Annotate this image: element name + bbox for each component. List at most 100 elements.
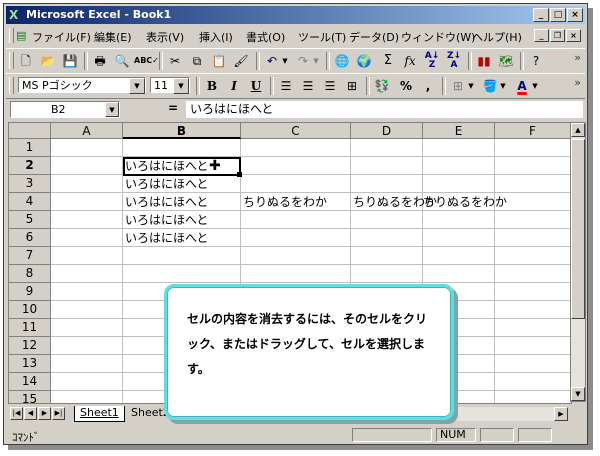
menu-file[interactable]: ファイル(F) (32, 29, 91, 45)
align-left-icon[interactable]: ☰ (276, 77, 296, 95)
cell-b3[interactable]: いろはにほへと (123, 176, 208, 193)
paste-icon[interactable]: 📋 (209, 52, 229, 70)
cell-c4[interactable]: ちりぬるをわか (241, 194, 327, 211)
first-sheet-icon[interactable]: |◀ (10, 407, 23, 420)
column-header-b[interactable]: B (123, 123, 241, 139)
toolbar-grip[interactable] (9, 77, 14, 94)
format-painter-icon[interactable]: 🖌 (231, 52, 251, 70)
menu-insert[interactable]: 挿入(I) (199, 29, 233, 45)
toolbar-more-chevron-icon[interactable]: » (574, 51, 581, 64)
redo-dropdown-icon[interactable]: ▼ (311, 52, 321, 70)
copy-icon[interactable]: ⧉ (187, 52, 207, 70)
toolbar-more-chevron-icon[interactable]: » (574, 76, 581, 89)
sheet-tab-sheet1[interactable]: Sheet1 (74, 406, 125, 422)
row-header-4[interactable]: 4 (9, 193, 51, 211)
row-header-10[interactable]: 10 (9, 301, 51, 319)
row-header-12[interactable]: 12 (9, 337, 51, 355)
bold-icon[interactable]: B (202, 77, 222, 95)
workbook-icon[interactable]: ▤ (16, 29, 28, 43)
new-icon[interactable]: 🗋 (16, 52, 36, 70)
menu-data[interactable]: データ(D) (349, 29, 399, 45)
excel-app-icon[interactable]: X (9, 8, 23, 22)
scroll-up-icon[interactable]: ▲ (571, 123, 585, 137)
map-icon[interactable]: 🗺 (496, 52, 516, 70)
chevron-down-icon[interactable]: ▼ (173, 78, 189, 94)
column-header-a[interactable]: A (51, 123, 123, 139)
doc-close-button[interactable]: × (566, 29, 581, 42)
formula-equals-button[interactable]: = (168, 101, 178, 115)
menu-format[interactable]: 書式(O) (246, 29, 285, 45)
maximize-button[interactable]: □ (550, 8, 566, 22)
percent-icon[interactable]: % (396, 77, 416, 95)
underline-icon[interactable]: U (246, 77, 266, 95)
font-size-select[interactable]: 11 ▼ (150, 77, 190, 94)
open-icon[interactable]: 📂 (38, 52, 58, 70)
select-all-button[interactable] (9, 123, 51, 139)
fill-color-icon[interactable]: 🪣 (480, 77, 500, 95)
row-header-7[interactable]: 7 (9, 247, 51, 265)
row-header-11[interactable]: 11 (9, 319, 51, 337)
formula-input[interactable]: いろはにほへと (186, 101, 583, 118)
close-button[interactable]: × (567, 8, 583, 22)
undo-icon[interactable]: ↶ (262, 52, 282, 70)
column-header-c[interactable]: C (241, 123, 351, 139)
row-header-1[interactable]: 1 (9, 139, 51, 157)
menu-help[interactable]: ヘルプ(H) (472, 29, 522, 45)
last-sheet-icon[interactable]: ▶| (52, 407, 65, 420)
print-preview-icon[interactable]: 🔍 (112, 52, 132, 70)
align-right-icon[interactable]: ☰ (320, 77, 340, 95)
cut-icon[interactable]: ✂ (165, 52, 185, 70)
cell-b4[interactable]: いろはにほへと (123, 194, 208, 211)
borders-icon[interactable]: ⊞ (448, 77, 468, 95)
spellcheck-icon[interactable]: ABC✓ (134, 52, 159, 70)
font-name-select[interactable]: MS Pゴシック ▼ (18, 77, 146, 94)
toolbar-grip[interactable] (9, 52, 14, 69)
row-header-2[interactable]: 2 (9, 157, 51, 175)
cell-e4[interactable]: ちりぬるをわか (421, 194, 507, 211)
row-header-13[interactable]: 13 (9, 355, 51, 373)
row-header-15[interactable]: 15 (9, 391, 51, 403)
title-bar[interactable]: X Microsoft Excel - Book1 _ □ × (6, 6, 585, 24)
borders-dropdown-icon[interactable]: ▼ (466, 77, 476, 95)
row-header-3[interactable]: 3 (9, 175, 51, 193)
merge-center-icon[interactable]: ⊞ (342, 77, 362, 95)
save-icon[interactable]: 💾 (60, 52, 80, 70)
hyperlink-icon[interactable]: 🌐 (332, 52, 352, 70)
autosum-icon[interactable]: Σ (378, 52, 398, 70)
undo-dropdown-icon[interactable]: ▼ (280, 52, 290, 70)
row-header-5[interactable]: 5 (9, 211, 51, 229)
vertical-scroll-thumb[interactable] (571, 139, 585, 319)
chevron-down-icon[interactable]: ▼ (105, 102, 119, 117)
minimize-button[interactable]: _ (533, 8, 549, 22)
column-header-e[interactable]: E (423, 123, 495, 139)
menubar-grip[interactable] (9, 28, 14, 43)
scroll-down-icon[interactable]: ▼ (571, 387, 585, 401)
italic-icon[interactable]: I (224, 77, 244, 95)
sort-desc-icon[interactable]: Z↓ A (444, 52, 464, 70)
print-icon[interactable]: 🖶 (90, 52, 110, 70)
menu-tools[interactable]: ツール(T) (298, 29, 346, 45)
web-icon[interactable]: 🌍 (354, 52, 374, 70)
cell-b5[interactable]: いろはにほへと (123, 212, 208, 229)
font-color-dropdown-icon[interactable]: ▼ (530, 77, 540, 95)
column-header-f[interactable]: F (495, 123, 571, 139)
fill-color-dropdown-icon[interactable]: ▼ (498, 77, 508, 95)
function-icon[interactable]: fx (400, 52, 420, 70)
vertical-scrollbar[interactable]: ▲ ▼ (570, 122, 586, 402)
row-header-14[interactable]: 14 (9, 373, 51, 391)
redo-icon[interactable]: ↷ (293, 52, 313, 70)
currency-icon[interactable]: 💱 (372, 77, 392, 95)
name-box[interactable]: B2 ▼ (10, 101, 120, 118)
doc-restore-button[interactable]: ❐ (550, 29, 565, 42)
menu-edit[interactable]: 編集(E) (94, 29, 132, 45)
scroll-right-icon[interactable]: ▶ (554, 407, 568, 421)
sort-asc-icon[interactable]: A↓ Z (422, 52, 442, 70)
align-center-icon[interactable]: ☰ (298, 77, 318, 95)
cell-b6[interactable]: いろはにほへと (123, 230, 208, 247)
row-header-6[interactable]: 6 (9, 229, 51, 247)
row-header-8[interactable]: 8 (9, 265, 51, 283)
chart-wizard-icon[interactable]: ▮▮ (474, 52, 494, 70)
fill-handle[interactable] (237, 172, 242, 177)
chevron-down-icon[interactable]: ▼ (129, 78, 145, 94)
menu-view[interactable]: 表示(V) (146, 29, 184, 45)
